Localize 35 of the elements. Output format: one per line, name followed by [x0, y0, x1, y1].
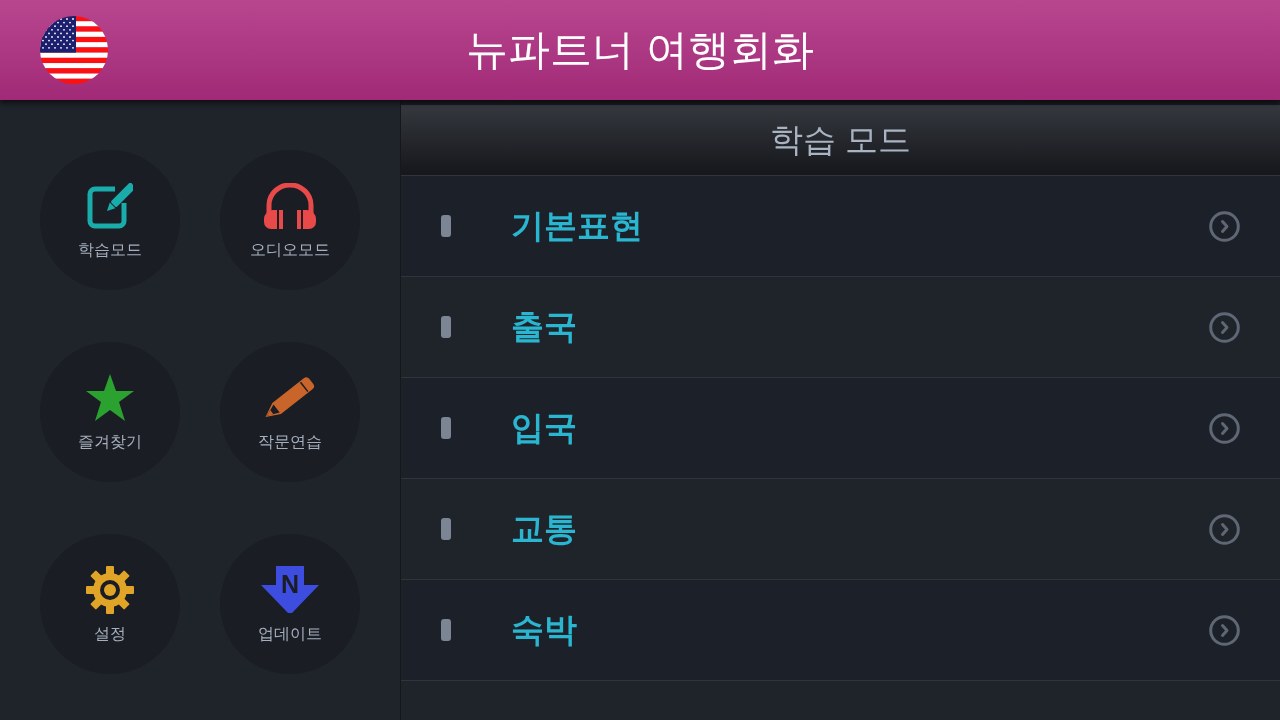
bullet-icon [441, 316, 451, 338]
bullet-icon [441, 619, 451, 641]
arrow-logo: N [261, 566, 319, 614]
list-row[interactable]: 기본표현 [401, 175, 1280, 276]
list-row[interactable]: 교통 [401, 478, 1280, 579]
menu-button[interactable]: 오디오모드 [220, 150, 360, 290]
bullet-icon [441, 518, 451, 540]
menu-button[interactable]: 즐겨찾기 [40, 342, 180, 482]
flag-icon [40, 16, 108, 84]
chevron-circle-icon [1209, 614, 1240, 646]
edit-square-icon [87, 183, 133, 229]
gear-icon [86, 566, 134, 614]
row-label: 출국 [511, 307, 577, 347]
app-title: 뉴파트너 여행회화 [466, 25, 814, 75]
list-row[interactable] [401, 680, 1280, 720]
menu-button[interactable]: N 업데이트 [220, 534, 360, 674]
chevron-circle-icon [1209, 210, 1240, 242]
headphones-icon [263, 183, 317, 229]
chevron-circle-icon [1209, 513, 1240, 545]
bullet-icon [441, 215, 451, 237]
chevron-circle-icon [1209, 412, 1240, 444]
row-label: 입국 [511, 408, 577, 448]
row-label: 기본표현 [511, 206, 643, 246]
list-row[interactable]: 숙박 [401, 579, 1280, 680]
row-label: 숙박 [511, 610, 577, 650]
star-icon [85, 374, 135, 422]
bullet-icon [441, 417, 451, 439]
menu-button[interactable]: 작문연습 [220, 342, 360, 482]
panel-title: 학습 모드 [769, 120, 912, 160]
list-row[interactable]: 출국 [401, 276, 1280, 377]
menu-button[interactable]: 학습모드 [40, 150, 180, 290]
menu-button[interactable]: 설정 [40, 534, 180, 674]
list-row[interactable]: 입국 [401, 377, 1280, 478]
row-label: 교통 [511, 509, 577, 549]
chevron-circle-icon [1209, 311, 1240, 343]
